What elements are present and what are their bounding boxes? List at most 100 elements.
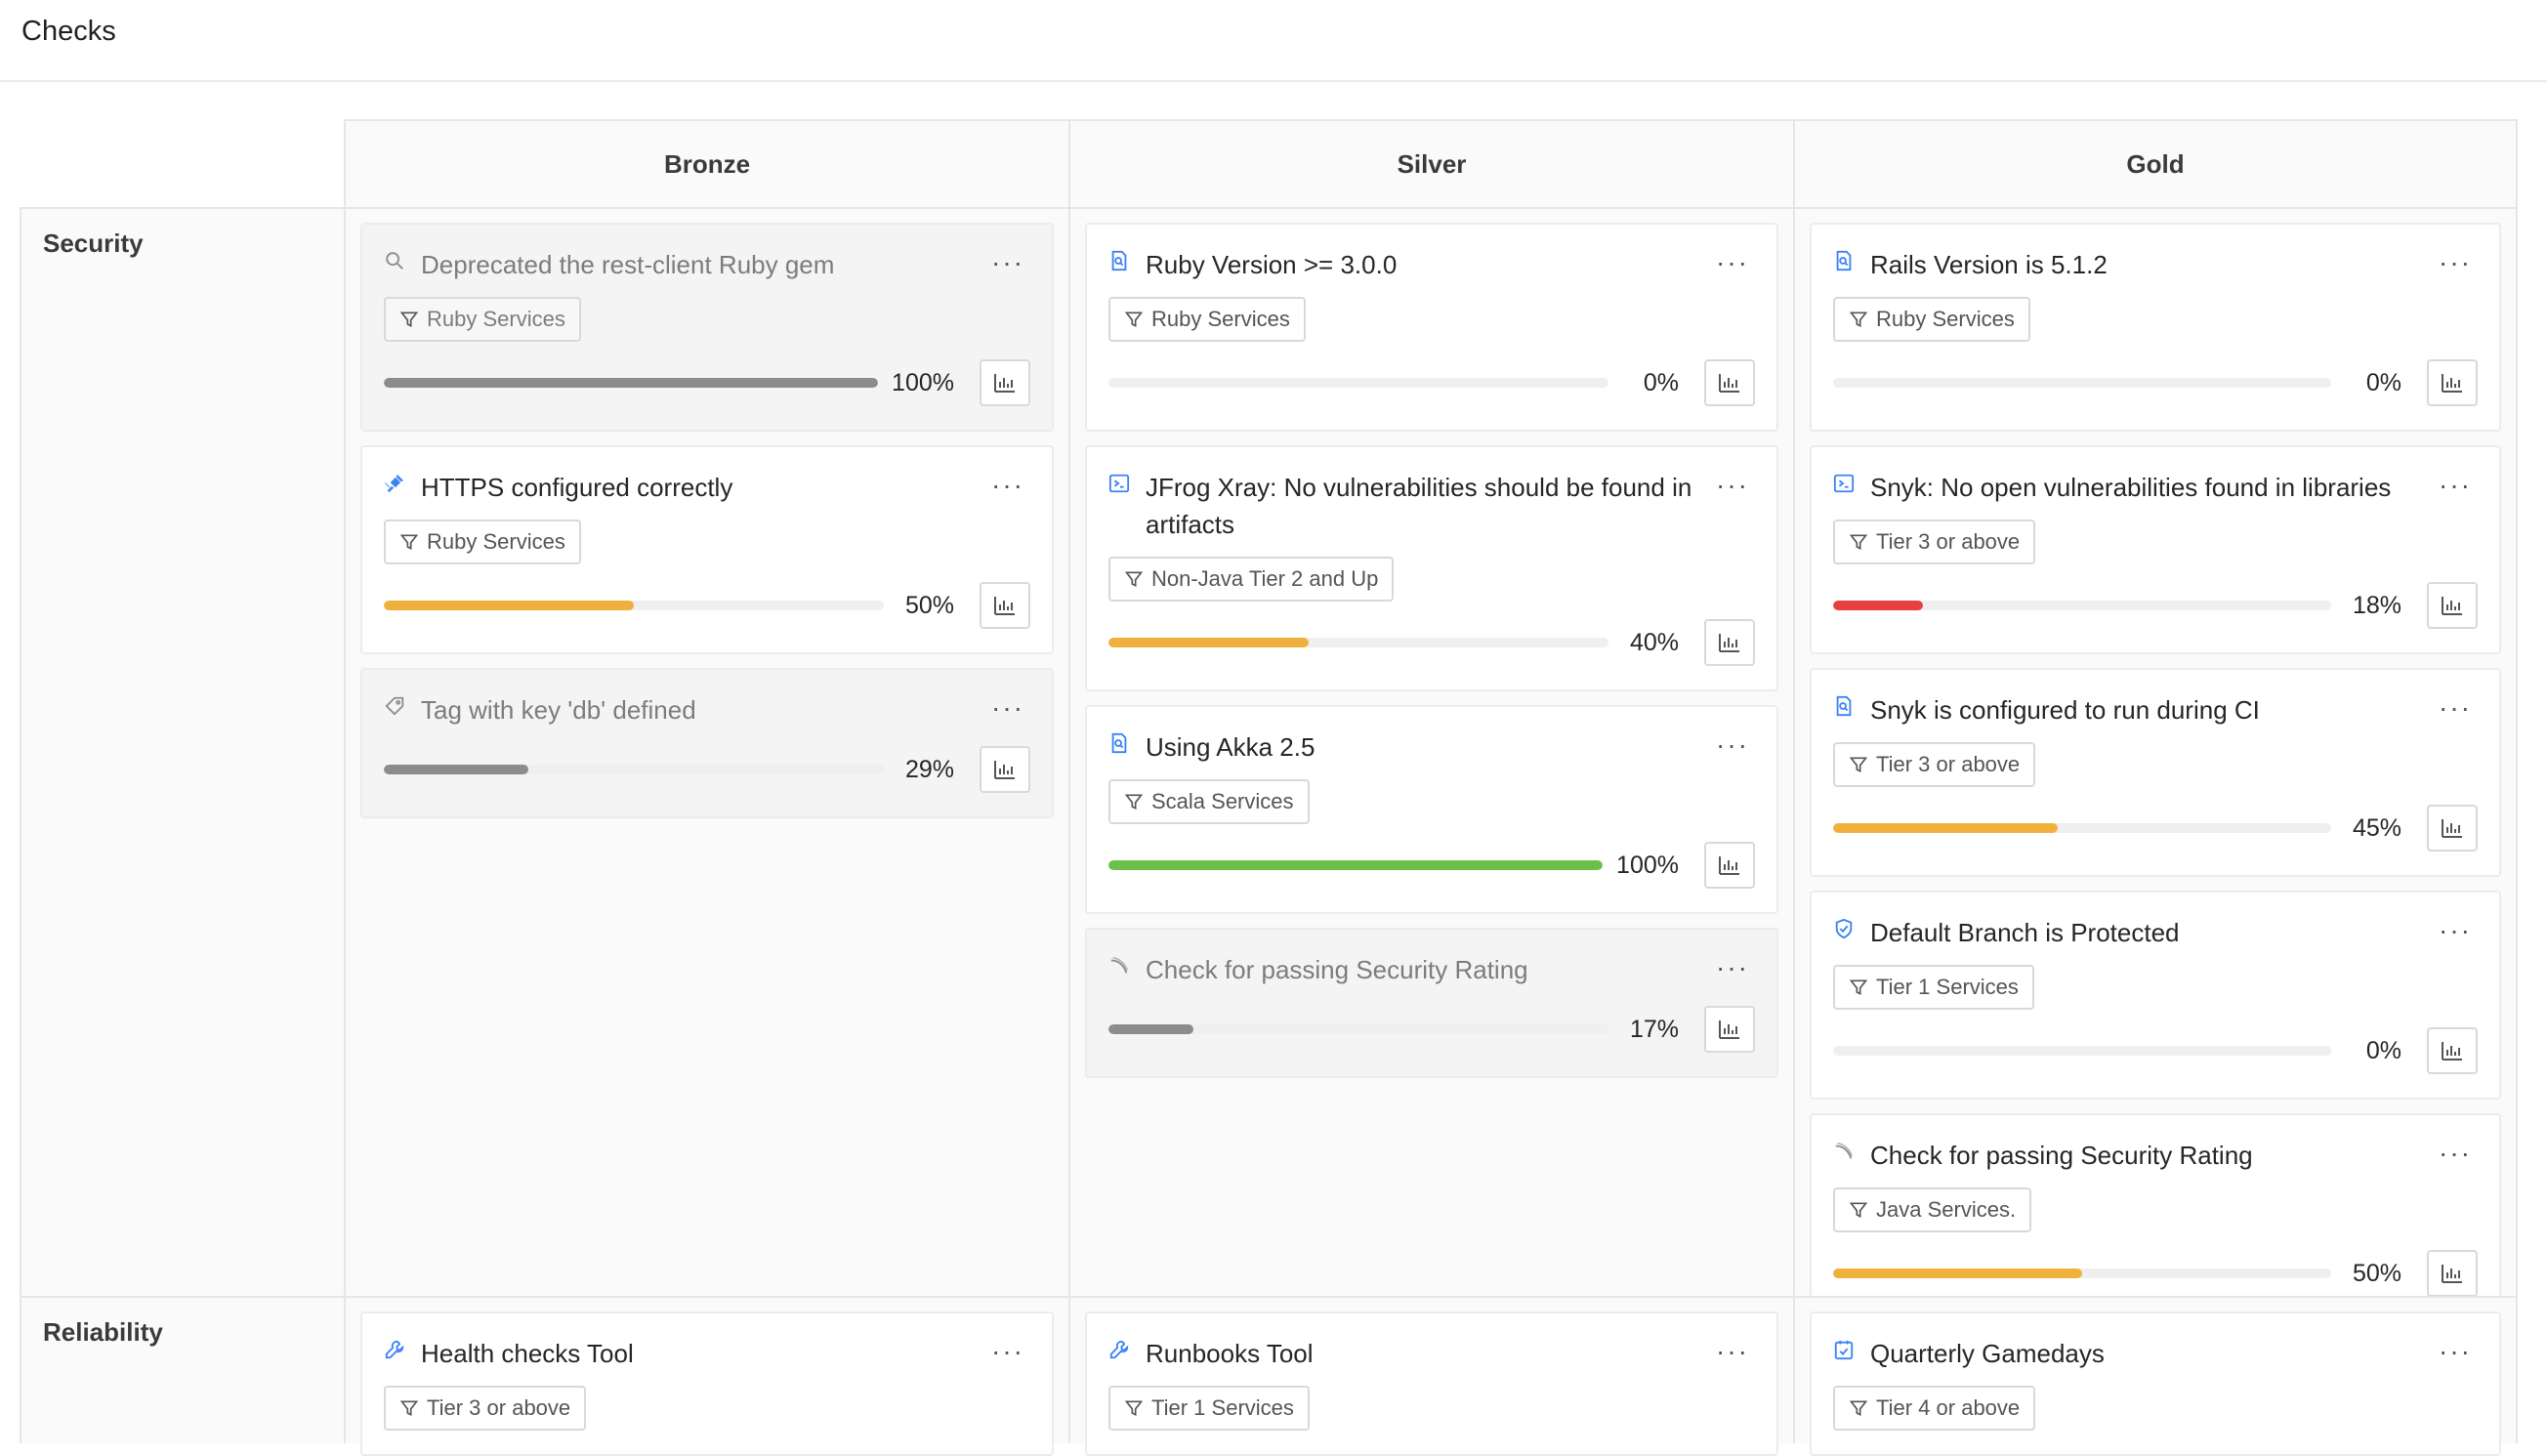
check-title[interactable]: Check for passing Security Rating <box>1870 1137 2253 1174</box>
check-card[interactable]: Ruby Version >= 3.0.0 ··· Ruby Services … <box>1085 223 1778 432</box>
report-chart-button[interactable] <box>1704 1006 1755 1053</box>
filter-icon <box>1124 1398 1151 1418</box>
check-card[interactable]: Default Branch is Protected ··· Tier 1 S… <box>1810 891 2501 1100</box>
report-chart-button[interactable] <box>2427 359 2478 406</box>
check-card[interactable]: HTTPS configured correctly ··· Ruby Serv… <box>360 445 1054 654</box>
level-header-bronze: Bronze <box>344 119 1068 207</box>
report-chart-button[interactable] <box>2427 1027 2478 1074</box>
filter-tag[interactable]: Ruby Services <box>384 297 581 342</box>
more-menu-icon[interactable]: ··· <box>2439 1137 2472 1170</box>
category-label: Security <box>43 229 144 258</box>
check-card[interactable]: Snyk: No open vulnerabilities found in l… <box>1810 445 2501 654</box>
check-card[interactable]: Quarterly Gamedays ··· Tier 4 or above <box>1810 1311 2501 1456</box>
filter-tag[interactable]: Java Services. <box>1833 1187 2032 1232</box>
more-menu-icon[interactable]: ··· <box>2439 914 2472 947</box>
more-menu-icon[interactable]: ··· <box>1716 469 1749 502</box>
calendar-check-icon <box>1833 1335 1858 1364</box>
filter-tag[interactable]: Tier 3 or above <box>1833 520 2036 564</box>
filter-tag[interactable]: Tier 1 Services <box>1108 1386 1310 1431</box>
check-card[interactable]: Runbooks Tool ··· Tier 1 Services <box>1085 1311 1778 1456</box>
progress-percent: 50% <box>2352 1259 2401 1287</box>
report-chart-button[interactable] <box>980 582 1030 629</box>
check-title[interactable]: Health checks Tool <box>421 1335 634 1372</box>
progress-fill <box>1833 1269 2082 1278</box>
filter-tag[interactable]: Tier 1 Services <box>1833 965 2034 1010</box>
report-chart-button[interactable] <box>1704 619 1755 666</box>
search-icon <box>384 246 409 275</box>
report-chart-button[interactable] <box>2427 582 2478 629</box>
card-title-row: JFrog Xray: No vulnerabilities should be… <box>1108 469 1755 543</box>
check-title[interactable]: Quarterly Gamedays <box>1870 1335 2105 1372</box>
progress-percent: 29% <box>904 755 954 783</box>
filter-tag[interactable]: Ruby Services <box>384 520 581 564</box>
card-title-row: Runbooks Tool <box>1108 1335 1755 1372</box>
check-card[interactable]: JFrog Xray: No vulnerabilities should be… <box>1085 445 1778 691</box>
filter-tag[interactable]: Tier 3 or above <box>1833 742 2036 787</box>
more-menu-icon[interactable]: ··· <box>1716 728 1749 762</box>
check-title[interactable]: Tag with key 'db' defined <box>421 691 696 728</box>
card-title-row: HTTPS configured correctly <box>384 469 1030 506</box>
filter-tag[interactable]: Non-Java Tier 2 and Up <box>1108 557 1395 602</box>
report-chart-button[interactable] <box>980 746 1030 793</box>
check-title[interactable]: JFrog Xray: No vulnerabilities should be… <box>1146 469 1696 543</box>
more-menu-icon[interactable]: ··· <box>991 1335 1024 1368</box>
bar-chart-icon <box>1718 854 1741 876</box>
filter-label: Tier 3 or above <box>427 1395 571 1420</box>
check-title[interactable]: HTTPS configured correctly <box>421 469 732 506</box>
more-menu-icon[interactable]: ··· <box>1716 1335 1749 1368</box>
card-title-row: Health checks Tool <box>384 1335 1030 1372</box>
check-card[interactable]: Using Akka 2.5 ··· Scala Services 100% <box>1085 705 1778 914</box>
progress-row: 50% <box>1833 1250 2478 1297</box>
report-chart-button[interactable] <box>2427 805 2478 852</box>
matrix-corner <box>20 119 344 207</box>
filter-tag[interactable]: Ruby Services <box>1833 297 2030 342</box>
report-chart-button[interactable] <box>2427 1250 2478 1297</box>
filter-tag[interactable]: Tier 4 or above <box>1833 1386 2036 1431</box>
check-title[interactable]: Ruby Version >= 3.0.0 <box>1146 246 1397 283</box>
filter-tag[interactable]: Scala Services <box>1108 779 1310 824</box>
check-title[interactable]: Snyk is configured to run during CI <box>1870 691 2260 728</box>
category-row-security: Security <box>20 207 344 1296</box>
check-title[interactable]: Using Akka 2.5 <box>1146 728 1315 766</box>
card-title-row: Snyk is configured to run during CI <box>1833 691 2478 728</box>
more-menu-icon[interactable]: ··· <box>2439 246 2472 279</box>
filter-tag[interactable]: Ruby Services <box>1108 297 1306 342</box>
security-gold-column: Rails Version is 5.1.2 ··· Ruby Services… <box>1793 207 2518 1322</box>
more-menu-icon[interactable]: ··· <box>2439 1335 2472 1368</box>
bar-chart-icon <box>993 759 1017 780</box>
check-card[interactable]: Rails Version is 5.1.2 ··· Ruby Services… <box>1810 223 2501 432</box>
filter-tag[interactable]: Tier 3 or above <box>384 1386 587 1431</box>
check-card[interactable]: Health checks Tool ··· Tier 3 or above <box>360 1311 1054 1456</box>
progress-fill <box>384 601 634 610</box>
report-chart-button[interactable] <box>1704 842 1755 889</box>
check-title[interactable]: Runbooks Tool <box>1146 1335 1314 1372</box>
check-title[interactable]: Default Branch is Protected <box>1870 914 2180 951</box>
progress-percent: 0% <box>2365 368 2401 396</box>
check-title[interactable]: Check for passing Security Rating <box>1146 951 1528 988</box>
check-card[interactable]: Deprecated the rest-client Ruby gem ··· … <box>360 223 1054 432</box>
check-card[interactable]: Snyk is configured to run during CI ··· … <box>1810 668 2501 877</box>
more-menu-icon[interactable]: ··· <box>991 469 1024 502</box>
more-menu-icon[interactable]: ··· <box>1716 951 1749 984</box>
report-chart-button[interactable] <box>980 359 1030 406</box>
more-menu-icon[interactable]: ··· <box>2439 691 2472 725</box>
progress-percent: 0% <box>1643 368 1679 396</box>
more-menu-icon[interactable]: ··· <box>991 246 1024 279</box>
check-card[interactable]: Tag with key 'db' defined ··· 29% <box>360 668 1054 818</box>
progress-track <box>384 765 884 774</box>
more-menu-icon[interactable]: ··· <box>2439 469 2472 502</box>
check-title[interactable]: Deprecated the rest-client Ruby gem <box>421 246 834 283</box>
check-card[interactable]: Check for passing Security Rating ··· Ja… <box>1810 1113 2501 1322</box>
bar-chart-icon <box>2441 817 2464 839</box>
check-card[interactable]: Check for passing Security Rating ··· 17… <box>1085 928 1778 1078</box>
filter-icon <box>1124 569 1151 589</box>
check-title[interactable]: Rails Version is 5.1.2 <box>1870 246 2108 283</box>
more-menu-icon[interactable]: ··· <box>1716 246 1749 279</box>
report-chart-button[interactable] <box>1704 359 1755 406</box>
check-title[interactable]: Snyk: No open vulnerabilities found in l… <box>1870 469 2391 506</box>
filter-label: Tier 1 Services <box>1876 975 2019 999</box>
more-menu-icon[interactable]: ··· <box>991 691 1024 725</box>
bar-chart-icon <box>2441 1263 2464 1284</box>
card-title-row: Rails Version is 5.1.2 <box>1833 246 2478 283</box>
card-title-row: Default Branch is Protected <box>1833 914 2478 951</box>
